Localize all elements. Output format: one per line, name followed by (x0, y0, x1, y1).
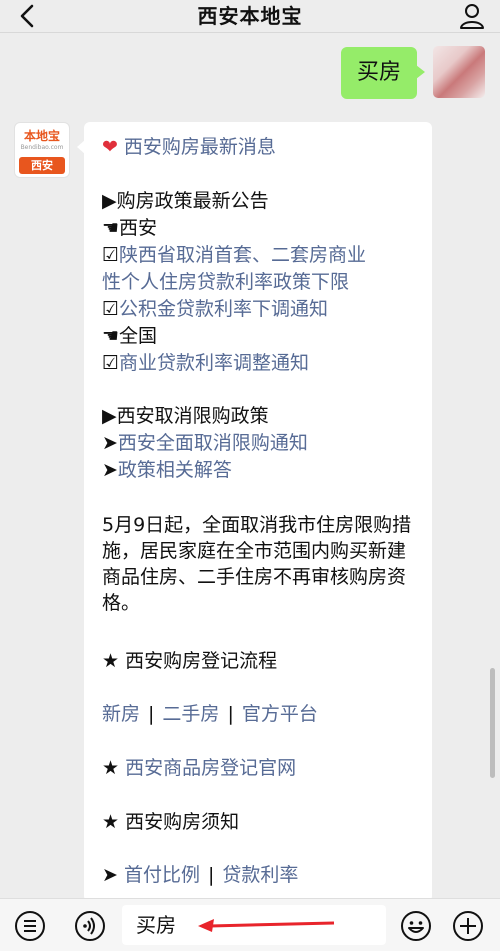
link-down-payment[interactable]: 首付比例 (124, 864, 200, 886)
star-icon: ★ (102, 757, 126, 779)
section2-link1-row[interactable]: ➤西安全面取消限购通知 (102, 430, 308, 456)
logo-subtext: Bendibao.com (20, 144, 64, 151)
star-icon: ★ (102, 650, 126, 672)
pin-icon: ☚ (102, 325, 120, 347)
link-official-platform[interactable]: 官方平台 (242, 703, 318, 725)
xian-link1-line2[interactable]: 性个人住房贷款利率政策下限 (102, 269, 349, 295)
incoming-message-bubble: ❤ 西安购房最新消息 ▶购房政策最新公告 ☚西安 ☑陕西省取消首套、二套房商业 性… (84, 122, 432, 902)
section2-link1[interactable]: 西安全面取消限购通知 (118, 432, 308, 454)
user-avatar[interactable] (433, 46, 485, 98)
star-icon: ★ (102, 811, 126, 833)
separator: | (227, 703, 234, 725)
reply-title-row: ❤ 西安购房最新消息 (102, 134, 276, 160)
checkbox-icon: ☑ (102, 298, 120, 320)
policy-paragraph: 5月9日起，全面取消我市住房限购措施，居民家庭在全市范围内购买新建商品住房、二手… (102, 514, 412, 614)
section3-heading-row: ★ 西安购房登记流程 (102, 648, 277, 674)
person-icon[interactable] (458, 2, 486, 30)
xian-label-row: ☚西安 (102, 215, 157, 241)
list-icon[interactable] (14, 910, 46, 942)
link-new-house[interactable]: 新房 (102, 703, 140, 725)
link-loan-rate[interactable]: 贷款利率 (222, 864, 298, 886)
section5-heading-row: ★ 西安购房须知 (102, 809, 239, 835)
national-label: 全国 (119, 325, 158, 347)
outgoing-message-bubble[interactable]: 买房 (341, 47, 425, 99)
section2-link2[interactable]: 政策相关解答 (118, 459, 232, 481)
chat-title: 西安本地宝 (197, 4, 303, 28)
emoji-icon[interactable] (400, 910, 432, 942)
separator: | (148, 703, 155, 725)
arrow-right-icon: ➤ (102, 432, 118, 454)
message-input-text[interactable]: 买房 (136, 905, 176, 945)
section4-row[interactable]: ★ 西安商品房登记官网 (102, 755, 296, 781)
national-link[interactable]: 商业贷款利率调整通知 (119, 352, 309, 374)
section3-heading: 西安购房登记流程 (125, 650, 278, 672)
xian-label: 西安 (119, 217, 158, 239)
heart-icon: ❤ (102, 136, 118, 158)
separator: | (207, 864, 215, 886)
xian-link2-row[interactable]: ☑公积金贷款利率下调通知 (102, 296, 328, 322)
logo-text: 本地宝 (23, 129, 60, 143)
pin-icon: ☚ (102, 217, 120, 239)
xian-link2[interactable]: 公积金贷款利率下调通知 (119, 298, 328, 320)
section5-links-row: ➤ 首付比例 | 贷款利率 (102, 862, 298, 888)
arrow-right-icon: ➤ (102, 459, 118, 481)
national-label-row: ☚全国 (102, 323, 157, 349)
arrow-right-icon: ➤ (102, 864, 124, 886)
checkbox-icon: ☑ (102, 244, 120, 266)
link-second-hand[interactable]: 二手房 (162, 703, 219, 725)
xian-link1-line1[interactable]: 陕西省取消首套、二套房商业 (119, 244, 366, 266)
top-bar: 西安本地宝 (0, 0, 500, 33)
reply-title-link[interactable]: 西安购房最新消息 (124, 136, 276, 158)
message-input[interactable]: 买房 (122, 905, 386, 945)
section2-heading: ▶西安取消限购政策 (102, 405, 269, 427)
checkbox-icon: ☑ (102, 352, 120, 374)
plus-icon[interactable] (452, 910, 484, 942)
section4-link[interactable]: 西安商品房登记官网 (125, 757, 296, 779)
voice-icon[interactable] (74, 910, 106, 942)
bot-avatar[interactable]: 本地宝 Bendibao.com 西安 (14, 122, 70, 178)
scrollbar-thumb[interactable] (490, 668, 495, 778)
logo-city-badge: 西安 (19, 157, 65, 174)
input-bar: 买房 (0, 898, 500, 951)
red-arrow-annotation (198, 919, 335, 932)
section2-link2-row[interactable]: ➤政策相关解答 (102, 457, 232, 483)
section1-heading: ▶购房政策最新公告 (102, 190, 269, 212)
xian-link1-row[interactable]: ☑陕西省取消首套、二套房商业 (102, 242, 366, 268)
national-link-row[interactable]: ☑商业贷款利率调整通知 (102, 350, 309, 376)
section3-links-row: 新房 | 二手房 | 官方平台 (102, 701, 318, 727)
section5-heading: 西安购房须知 (125, 811, 240, 833)
